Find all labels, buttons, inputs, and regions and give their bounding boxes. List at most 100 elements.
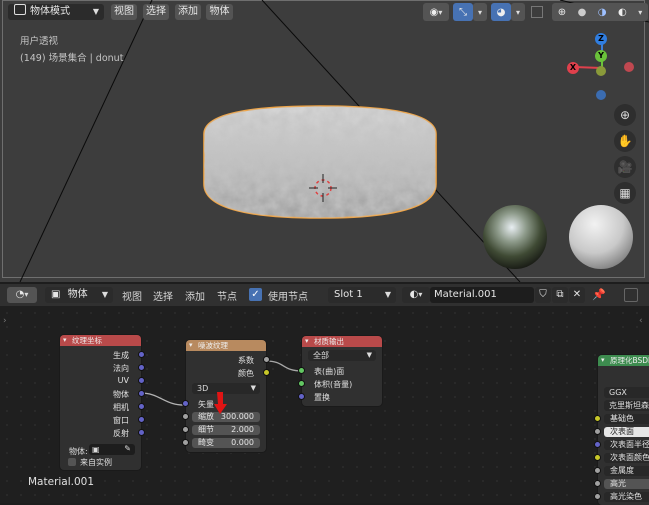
gizmo-neg-x-axis[interactable] <box>624 62 634 72</box>
socket-subsurface[interactable] <box>594 428 601 435</box>
use-nodes-label: 使用节点 <box>268 292 308 303</box>
subsurface-radius-field[interactable]: 次表面半径 <box>604 440 649 450</box>
subsurface-color-field[interactable]: 次表面颜色 <box>604 453 649 463</box>
socket-specular-tint[interactable] <box>594 493 601 500</box>
socket-vector[interactable] <box>182 400 189 407</box>
sidebar-toggle-icon[interactable] <box>624 288 638 302</box>
base-color-label: 基础色 <box>610 414 634 423</box>
object-mode-icon <box>14 4 26 15</box>
specular-tint-field[interactable]: 高光染色 <box>604 492 649 502</box>
socket-scale[interactable] <box>182 413 189 420</box>
socket-normal[interactable] <box>138 364 145 371</box>
3d-viewport[interactable]: 物体模式 ▼ 视图 选择 添加 物体 ◉ ▾ ⤡ ▾ ◕ ▾ ⊕ ● ◑ ◐ ▾ 用… <box>0 0 649 282</box>
principled-bsdf-node[interactable]: 原理化BSDF GGX 克里斯坦森- 基础色 次表面 次表面半径 次表面颜色 金… <box>594 355 649 505</box>
socket-detail[interactable] <box>182 426 189 433</box>
socket-generated[interactable] <box>138 351 145 358</box>
subsurface-method-dropdown[interactable]: 克里斯坦森- <box>604 400 649 411</box>
socket-fac[interactable] <box>263 356 270 363</box>
detail-field[interactable]: 细节 2.000 <box>192 425 260 435</box>
ne-menu-add[interactable]: 添加 <box>185 288 205 303</box>
object-mode-dropdown[interactable]: 物体模式 ▼ <box>8 4 104 20</box>
distribution-dropdown[interactable]: GGX <box>604 387 649 398</box>
fake-user-shield-icon[interactable]: ⛉ <box>535 287 551 303</box>
rendered-icon[interactable]: ◐ <box>618 7 627 18</box>
detail-value: 2.000 <box>231 425 254 434</box>
navigation-gizmo[interactable]: Z X Y <box>560 30 640 110</box>
socket-uv[interactable] <box>138 377 145 384</box>
chevron-down-icon[interactable]: ▾ <box>638 8 642 17</box>
output-window: 窗口 <box>113 416 129 425</box>
chevron-down-icon[interactable]: ▾ <box>473 3 487 21</box>
menu-select[interactable]: 选择 <box>143 4 169 20</box>
base-color-field[interactable]: 基础色 <box>604 414 649 424</box>
input-surface: 表(曲)面 <box>314 367 345 376</box>
gizmo-neg-y-axis[interactable] <box>596 66 606 76</box>
socket-object[interactable] <box>138 390 145 397</box>
material-slot-dropdown[interactable]: Slot 1 ▼ <box>328 287 396 303</box>
socket-camera[interactable] <box>138 403 145 410</box>
visibility-eye-icon[interactable]: ◉ ▾ <box>423 3 449 21</box>
chevron-down-icon: ▼ <box>366 351 372 359</box>
material-name-field[interactable]: Material.001 <box>430 287 534 303</box>
menu-view[interactable]: 视图 <box>111 4 137 20</box>
pan-hand-icon[interactable]: ✋ <box>614 130 636 152</box>
material-name-label: Material.001 <box>28 476 95 488</box>
gizmo-neg-z-axis[interactable] <box>596 90 606 100</box>
socket-surface[interactable] <box>298 367 305 374</box>
object-picker-field[interactable]: ▣ ✎ <box>89 444 135 455</box>
ne-menu-select[interactable]: 选择 <box>153 288 173 303</box>
socket-reflection[interactable] <box>138 429 145 436</box>
socket-metallic[interactable] <box>594 467 601 474</box>
pin-icon[interactable]: 📌 <box>592 288 606 301</box>
node-editor-canvas[interactable]: › ‹ 纹理坐标 生成 法向 UV 物体 相机 窗口 反射 物体: ▣ ✎ 来自… <box>0 306 649 505</box>
unlink-material-icon[interactable]: ✕ <box>569 287 585 303</box>
from-instancer-checkbox[interactable] <box>68 458 76 466</box>
shader-type-dropdown[interactable]: ▣ 物体 ▼ <box>45 287 113 303</box>
object-cube-icon: ▣ <box>51 289 61 300</box>
duplicate-material-icon[interactable]: ⧉ <box>552 287 568 303</box>
solid-icon[interactable]: ● <box>578 7 587 18</box>
target-dropdown[interactable]: 全部 ▼ <box>308 350 376 361</box>
socket-color[interactable] <box>263 369 270 376</box>
node-editor-header: ◔▾ ▣ 物体 ▼ 视图 选择 添加 节点 ✓ 使用节点 Slot 1 ▼ ◐▾… <box>0 284 649 306</box>
socket-distortion[interactable] <box>182 439 189 446</box>
specular-field[interactable]: 高光 <box>604 479 649 489</box>
gizmo-x-axis[interactable]: X <box>567 62 579 74</box>
subsurface-field[interactable]: 次表面 <box>604 427 649 437</box>
use-nodes-checkbox[interactable]: ✓ <box>249 288 262 301</box>
metallic-field[interactable]: 金属度 <box>604 466 649 476</box>
ne-menu-view[interactable]: 视图 <box>122 288 142 303</box>
camera-icon[interactable]: 🎥 <box>614 156 636 178</box>
node-title: 纹理坐标 <box>60 335 141 346</box>
menu-object[interactable]: 物体 <box>206 4 233 20</box>
material-preview-icon[interactable]: ◑ <box>598 7 607 18</box>
socket-base-color[interactable] <box>594 415 601 422</box>
ne-menu-node[interactable]: 节点 <box>217 288 237 303</box>
gizmo-toggle-icon[interactable]: ⤡ <box>453 3 473 21</box>
wireframe-icon[interactable]: ⊕ <box>558 7 566 18</box>
socket-displacement[interactable] <box>298 393 305 400</box>
socket-subsurface-color[interactable] <box>594 454 601 461</box>
menu-add[interactable]: 添加 <box>175 4 201 20</box>
shading-mode-buttons[interactable]: ⊕ ● ◑ ◐ ▾ <box>552 3 648 21</box>
chevron-down-icon[interactable]: ▾ <box>511 3 525 21</box>
ortho-grid-icon[interactable]: ▦ <box>614 182 636 204</box>
subsurface-label: 次表面 <box>610 427 634 436</box>
gizmo-y-axis[interactable]: Y <box>595 50 607 62</box>
gizmo-z-axis[interactable]: Z <box>595 33 607 45</box>
socket-specular[interactable] <box>594 480 601 487</box>
texture-coordinate-node[interactable]: 纹理坐标 生成 法向 UV 物体 相机 窗口 反射 物体: ▣ ✎ 来自实例 <box>60 335 145 470</box>
socket-volume[interactable] <box>298 380 305 387</box>
node-title: 原理化BSDF <box>598 355 649 366</box>
material-output-node[interactable]: 材质输出 全部 ▼ 表(曲)面 体积(音量) 置换 <box>298 336 382 406</box>
zoom-icon[interactable]: ⊕ <box>614 104 636 126</box>
distortion-field[interactable]: 畸变 0.000 <box>192 438 260 448</box>
chevron-down-icon: ▼ <box>92 7 99 16</box>
overlays-icon[interactable]: ◕ <box>491 3 511 21</box>
eyedropper-icon[interactable]: ✎ <box>124 444 131 453</box>
editor-type-button[interactable]: ◔▾ <box>7 287 37 303</box>
socket-window[interactable] <box>138 416 145 423</box>
socket-subsurface-radius[interactable] <box>594 441 601 448</box>
material-browse-icon[interactable]: ◐▾ <box>402 287 430 303</box>
xray-toggle-icon[interactable] <box>531 6 543 18</box>
